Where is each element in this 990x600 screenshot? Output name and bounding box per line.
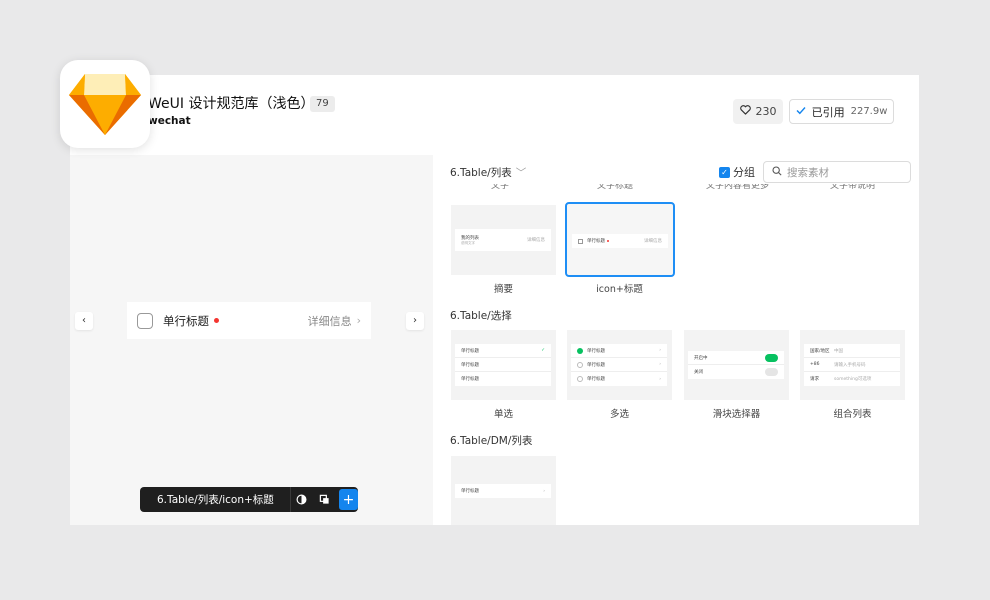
chevron-down-icon: ﹀	[515, 167, 527, 179]
component-thumbnail[interactable]: 单行标题 › 单行标题 › 单行标题 ›	[567, 330, 672, 400]
cited-count: 227.9w	[850, 106, 888, 117]
component-thumbnail[interactable]: 开启中 关闭	[684, 330, 789, 400]
add-button[interactable]: +	[338, 489, 358, 510]
cited-label: 已引用	[811, 105, 845, 119]
count-badge: 79	[310, 96, 335, 112]
thumbnail-caption: 多选	[609, 409, 629, 420]
cut-caption: 文字内容看更多	[706, 184, 770, 191]
preview-canvas: ‹ › 单行标题 详细信息 › 6.Table/列表/icon+标题 +	[70, 155, 433, 525]
thumbnail-caption: 滑块选择器	[712, 409, 761, 420]
copy-icon[interactable]	[313, 487, 336, 512]
main-window: WeUI 设计规范库（浅色） 79 wechat 230 已引用 227.9w …	[70, 75, 919, 525]
sketch-logo	[60, 60, 150, 148]
group-checkbox[interactable]: ✓	[719, 166, 730, 178]
component-panel: 6.Table/列表 ﹀ ✓ 分组 搜索素材 文字 文字标题 文字内容看更多 文字…	[433, 155, 919, 525]
theme-toggle-icon[interactable]	[291, 487, 314, 512]
chevron-right-icon: ›	[413, 315, 417, 326]
group-label: 分组	[733, 166, 755, 179]
placeholder-icon	[137, 312, 153, 329]
thumbnail-caption: 单选	[493, 409, 513, 420]
check-icon	[796, 105, 806, 118]
prev-button[interactable]: ‹	[75, 312, 93, 330]
cell-detail: 详细信息	[307, 314, 352, 328]
component-name: 6.Table/列表/icon+标题	[157, 494, 274, 506]
section-title: 6.Table/选择	[450, 310, 512, 322]
breadcrumb-label: 6.Table/列表	[450, 167, 512, 179]
plus-icon: +	[342, 491, 355, 508]
placeholder-icon	[578, 238, 583, 244]
thumbnail-caption: 摘要	[493, 284, 513, 295]
checked-radio-icon	[577, 347, 583, 354]
search-input[interactable]: 搜索素材	[763, 161, 911, 183]
library-author: wechat	[148, 115, 191, 127]
radio-icon	[577, 376, 583, 382]
chevron-left-icon: ‹	[82, 315, 86, 326]
switch-on	[765, 353, 778, 362]
check-icon: ✓	[541, 348, 545, 353]
cut-caption: 文字带说明	[830, 184, 876, 191]
like-button[interactable]: 230	[733, 99, 783, 124]
cited-button[interactable]: 已引用 227.9w	[789, 99, 894, 124]
component-thumbnail[interactable]: 单行标题 ✓ 单行标题 单行标题	[451, 330, 556, 400]
cell-preview: 单行标题 详细信息 ›	[127, 302, 371, 339]
next-button[interactable]: ›	[406, 312, 424, 330]
preview-toolbar: 6.Table/列表/icon+标题 +	[140, 487, 358, 512]
cell-title: 单行标题	[163, 313, 209, 328]
group-toggle[interactable]: ✓ 分组	[719, 164, 755, 180]
chevron-right-icon: ›	[356, 314, 361, 327]
switch-off	[765, 368, 778, 376]
component-thumbnail[interactable]: 单行标题 ›	[451, 456, 556, 525]
component-thumbnail[interactable]: 国家/地区 中国 +86 请输入手机号码 请求 something可选项	[800, 330, 905, 400]
like-count: 230	[755, 105, 777, 118]
section-title: 6.Table/DM/列表	[450, 435, 533, 447]
cut-caption: 文字标题	[597, 184, 634, 191]
thumbnail-caption: 组合列表	[833, 409, 872, 420]
red-dot-badge	[214, 318, 219, 323]
radio-icon	[577, 361, 583, 368]
library-title: WeUI 设计规范库（浅色）	[148, 96, 315, 112]
search-icon	[772, 165, 782, 179]
heart-icon	[739, 105, 751, 118]
component-thumbnail[interactable]: 我的列表 详细信息 说明文字	[451, 205, 556, 275]
search-placeholder: 搜索素材	[787, 166, 829, 179]
breadcrumb[interactable]: 6.Table/列表 ﹀	[450, 165, 526, 180]
cut-caption: 文字	[491, 184, 510, 191]
component-thumbnail-selected[interactable]: 单行标题 详细信息	[565, 202, 675, 277]
sketch-diamond-icon	[69, 74, 141, 135]
thumbnail-caption: icon+标题	[596, 284, 643, 295]
